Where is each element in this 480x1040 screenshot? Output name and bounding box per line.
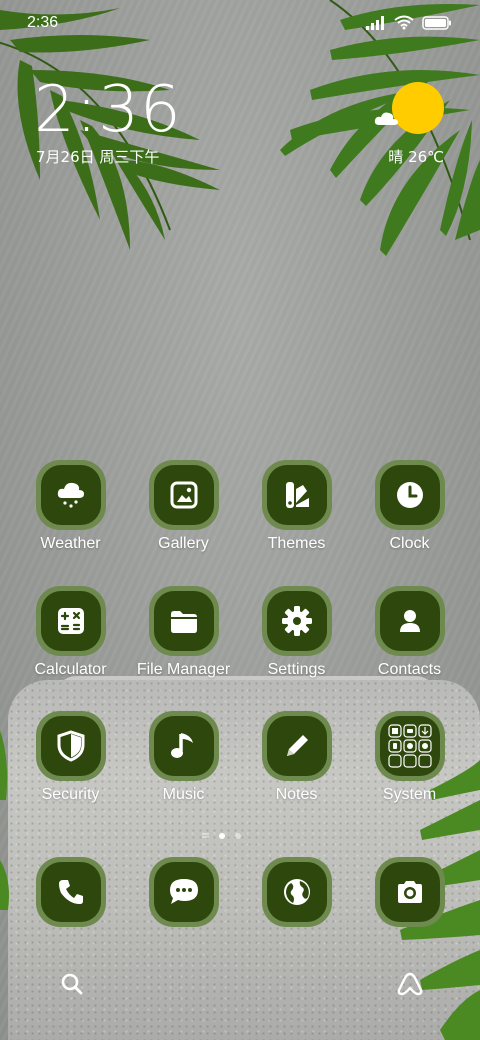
music-note-icon xyxy=(170,733,193,758)
folder-icon xyxy=(170,611,197,633)
app-label: Music xyxy=(162,786,205,803)
app-label: Themes xyxy=(267,535,326,552)
page-dot-active xyxy=(219,833,225,839)
battery-icon xyxy=(422,15,451,30)
app-label: File Manager xyxy=(136,661,231,678)
camera-icon xyxy=(397,881,422,903)
app-vault-icon[interactable] xyxy=(396,971,424,997)
status-bar: 2:36 xyxy=(0,0,480,48)
dock-phone[interactable] xyxy=(14,857,127,927)
clock-icon xyxy=(396,482,423,508)
app-calculator[interactable]: Calculator xyxy=(14,586,127,679)
app-label: Gallery xyxy=(158,535,209,552)
app-system-folder[interactable]: System xyxy=(353,711,466,804)
app-label: Calculator xyxy=(34,661,107,678)
app-notes[interactable]: Notes xyxy=(240,711,353,804)
app-label: Security xyxy=(41,786,100,803)
dock-messages[interactable] xyxy=(127,857,240,927)
dock-browser[interactable] xyxy=(240,857,353,927)
phone-icon xyxy=(58,880,83,904)
cloud-icon xyxy=(374,112,398,125)
weather-temp: 26℃ xyxy=(408,148,444,166)
dock-camera[interactable] xyxy=(353,857,466,927)
weather-icon xyxy=(57,482,84,508)
app-security[interactable]: Security xyxy=(14,711,127,804)
search-icon[interactable] xyxy=(60,972,84,996)
shield-icon xyxy=(57,730,84,762)
page-dot xyxy=(235,833,241,839)
dock xyxy=(14,857,466,937)
pencil-icon xyxy=(286,735,308,756)
clock-widget-time[interactable]: 2:36 xyxy=(34,78,182,142)
wifi-icon xyxy=(394,15,414,30)
status-icons xyxy=(366,15,452,30)
app-gallery[interactable]: Gallery xyxy=(127,460,240,553)
page-indicator[interactable] xyxy=(200,831,280,841)
app-label: Weather xyxy=(40,535,101,552)
themes-icon xyxy=(285,482,309,508)
app-music[interactable]: Music xyxy=(127,711,240,804)
weather-condition: 晴 xyxy=(388,148,404,166)
app-label: Contacts xyxy=(377,661,442,678)
signal-icon xyxy=(366,15,384,30)
message-icon xyxy=(169,879,198,904)
status-time: 2:36 xyxy=(27,14,59,31)
clock-widget-date: 7月26日 周三下午 xyxy=(36,148,160,166)
app-file-manager[interactable]: File Manager xyxy=(127,586,240,679)
app-label: Notes xyxy=(275,786,318,803)
weather-text: 晴 26℃ xyxy=(388,146,444,167)
gallery-icon xyxy=(170,481,197,509)
home-screen: 2:36 2:36 7月26日 周三下午 晴 26℃ Weather Galle… xyxy=(0,0,480,1040)
app-contacts[interactable]: Contacts xyxy=(353,586,466,679)
weather-widget[interactable]: 晴 26℃ xyxy=(374,82,444,172)
bottom-bar xyxy=(0,960,480,1008)
gear-icon xyxy=(281,606,312,636)
sun-icon xyxy=(392,82,444,134)
app-themes[interactable]: Themes xyxy=(240,460,353,553)
person-icon xyxy=(399,610,420,632)
app-clock[interactable]: Clock xyxy=(353,460,466,553)
app-settings[interactable]: Settings xyxy=(240,586,353,679)
folder-grid-icon xyxy=(387,724,432,768)
app-label: Clock xyxy=(389,535,430,552)
app-weather[interactable]: Weather xyxy=(14,460,127,553)
globe-icon xyxy=(283,879,310,905)
calculator-icon xyxy=(57,608,84,634)
app-label: System xyxy=(382,786,437,803)
app-label: Settings xyxy=(267,661,326,678)
page-indicator-feed xyxy=(202,833,209,838)
